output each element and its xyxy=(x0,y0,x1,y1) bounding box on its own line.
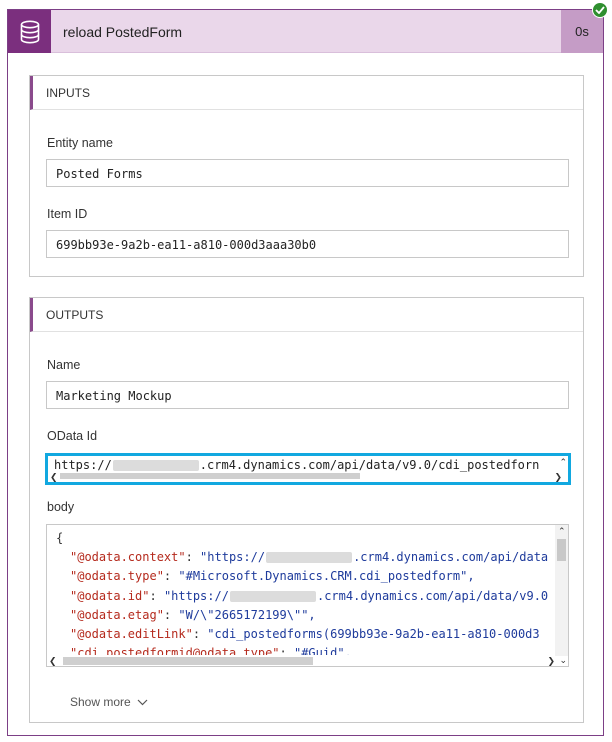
name-field[interactable]: Marketing Mockup xyxy=(46,381,569,409)
body-scroll-left-icon[interactable]: ❮ xyxy=(49,656,57,666)
json-separator: : xyxy=(163,607,179,622)
inputs-section-title: INPUTS xyxy=(30,76,583,110)
json-key: "@odata.type" xyxy=(70,569,164,584)
show-more-label: Show more xyxy=(70,695,131,709)
odata-id-value: https:// .crm4.dynamics.com/api/data/v9.0… xyxy=(54,458,539,472)
scroll-right-icon[interactable]: ❯ xyxy=(554,472,562,482)
json-line: "@odata.etag": "W/\"2665172199\"", xyxy=(56,606,548,625)
odata-id-field[interactable]: https:// .crm4.dynamics.com/api/data/v9.0… xyxy=(45,453,571,485)
json-key: "@odata.etag" xyxy=(70,607,164,622)
odata-id-prefix: https:// xyxy=(54,458,112,472)
redacted-host xyxy=(112,460,199,471)
body-horizontal-scrollbar[interactable]: ❮ ❯ xyxy=(47,655,555,666)
scroll-up-icon[interactable]: ⌃ xyxy=(559,457,567,467)
action-card: reload PostedForm 0s INPUTS Entity name … xyxy=(7,9,604,736)
database-icon xyxy=(8,10,51,53)
redacted-host xyxy=(266,552,353,564)
json-value-tail: .crm4.dynamics.com/api/data xyxy=(353,550,549,565)
odata-id-label: OData Id xyxy=(47,429,98,443)
json-value: "#Microsoft.Dynamics.CRM.cdi_postedform"… xyxy=(178,569,475,584)
json-key: "@odata.id" xyxy=(70,588,150,603)
entity-name-field[interactable]: Posted Forms xyxy=(46,159,569,187)
outputs-section-title: OUTPUTS xyxy=(30,298,583,332)
body-scroll-up-icon[interactable]: ⌃ xyxy=(558,526,566,536)
show-more-button[interactable]: Show more xyxy=(70,695,148,709)
entity-name-label: Entity name xyxy=(47,136,114,150)
action-title: reload PostedForm xyxy=(63,24,183,40)
json-key: "@odata.context" xyxy=(70,550,186,565)
body-vertical-scrollbar[interactable]: ⌃ xyxy=(555,525,568,656)
json-separator: : xyxy=(149,588,164,603)
json-line: { xyxy=(56,529,548,548)
json-line: "@odata.type": "#Microsoft.Dynamics.CRM.… xyxy=(56,567,548,586)
body-scroll-right-icon[interactable]: ❯ xyxy=(547,656,555,666)
json-line: "@odata.id": "https:// .crm4.dynamics.com… xyxy=(56,587,548,606)
scroll-left-icon[interactable]: ❮ xyxy=(50,472,58,482)
json-separator: { xyxy=(56,531,64,545)
json-key: "@odata.editLink" xyxy=(70,627,193,642)
item-id-label: Item ID xyxy=(47,207,88,221)
json-separator: : xyxy=(185,550,201,565)
body-hscroll-thumb[interactable] xyxy=(63,657,313,665)
json-line: "@odata.editLink": "cdi_postedforms(699b… xyxy=(56,625,548,644)
json-value: "cdi_postedforms(699bb93e-9a2b-ea11-a810… xyxy=(207,627,540,642)
chevron-down-icon xyxy=(137,699,148,705)
redacted-host xyxy=(229,590,316,602)
odata-scroll-thumb[interactable] xyxy=(60,473,360,479)
body-scroll-down-icon[interactable]: ⌄ xyxy=(559,655,567,665)
json-value: "https:// xyxy=(200,550,266,565)
json-value-tail: .crm4.dynamics.com/api/data/v9.0 xyxy=(316,588,549,603)
success-check-icon xyxy=(592,2,608,18)
item-id-field[interactable]: 699bb93e-9a2b-ea11-a810-000d3aaa30b0 xyxy=(46,230,569,258)
body-field[interactable]: { "@odata.context": "https:// .crm4.dynami… xyxy=(46,524,569,667)
json-value: "W/\"2665172199\"", xyxy=(178,607,316,622)
json-separator: : xyxy=(163,569,179,584)
json-separator: : xyxy=(192,627,208,642)
json-value: "https:// xyxy=(163,588,229,603)
name-label: Name xyxy=(47,358,81,372)
action-header[interactable]: reload PostedForm 0s xyxy=(8,10,603,53)
body-vscroll-thumb[interactable] xyxy=(557,539,566,561)
json-line: "@odata.context": "https:// .crm4.dynamic… xyxy=(56,548,548,567)
body-label: body xyxy=(47,500,75,514)
odata-horizontal-scrollbar[interactable]: ❮ ❯ xyxy=(50,471,562,482)
outputs-section: OUTPUTS Name Marketing Mockup OData Id h… xyxy=(29,297,584,723)
body-json: { "@odata.context": "https:// .crm4.dynami… xyxy=(56,529,548,666)
odata-id-suffix: .crm4.dynamics.com/api/data/v9.0/cdi_pos… xyxy=(199,458,540,472)
inputs-section: INPUTS Entity name Posted Forms Item ID … xyxy=(29,75,584,277)
